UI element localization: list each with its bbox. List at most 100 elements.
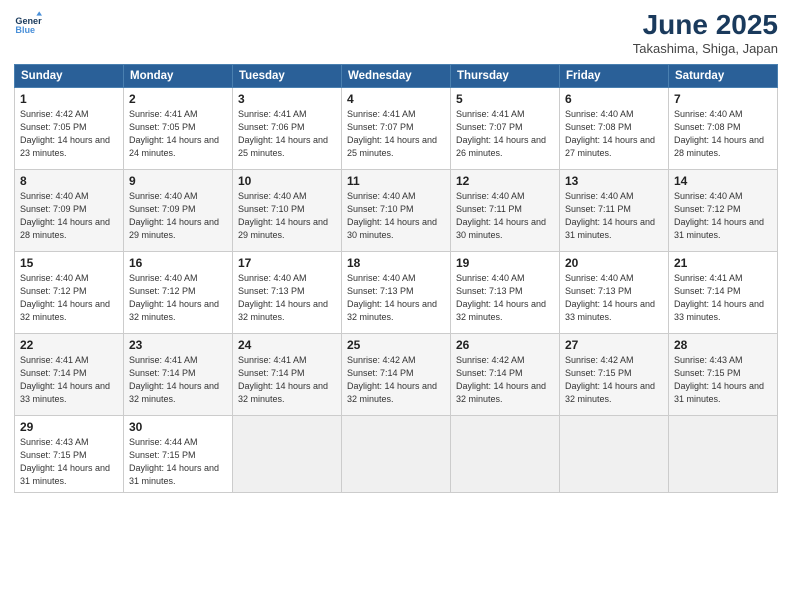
day-number: 8 [20,174,118,188]
day-info: Sunrise: 4:41 AMSunset: 7:06 PMDaylight:… [238,108,336,160]
day-number: 10 [238,174,336,188]
table-row [560,415,669,492]
table-row: 11 Sunrise: 4:40 AMSunset: 7:10 PMDaylig… [342,169,451,251]
day-header-sunday: Sunday [15,64,124,87]
day-number: 20 [565,256,663,270]
table-row: 18 Sunrise: 4:40 AMSunset: 7:13 PMDaylig… [342,251,451,333]
table-row: 1 Sunrise: 4:42 AMSunset: 7:05 PMDayligh… [15,87,124,169]
day-header-thursday: Thursday [451,64,560,87]
table-row [233,415,342,492]
table-row: 28 Sunrise: 4:43 AMSunset: 7:15 PMDaylig… [669,333,778,415]
table-row: 17 Sunrise: 4:40 AMSunset: 7:13 PMDaylig… [233,251,342,333]
day-info: Sunrise: 4:43 AMSunset: 7:15 PMDaylight:… [20,436,118,488]
calendar: SundayMondayTuesdayWednesdayThursdayFrid… [14,64,778,493]
day-info: Sunrise: 4:42 AMSunset: 7:14 PMDaylight:… [347,354,445,406]
day-info: Sunrise: 4:40 AMSunset: 7:12 PMDaylight:… [674,190,772,242]
day-info: Sunrise: 4:41 AMSunset: 7:05 PMDaylight:… [129,108,227,160]
day-number: 26 [456,338,554,352]
day-number: 28 [674,338,772,352]
table-row: 15 Sunrise: 4:40 AMSunset: 7:12 PMDaylig… [15,251,124,333]
day-info: Sunrise: 4:40 AMSunset: 7:10 PMDaylight:… [238,190,336,242]
day-info: Sunrise: 4:42 AMSunset: 7:05 PMDaylight:… [20,108,118,160]
table-row: 2 Sunrise: 4:41 AMSunset: 7:05 PMDayligh… [124,87,233,169]
day-number: 7 [674,92,772,106]
day-info: Sunrise: 4:40 AMSunset: 7:12 PMDaylight:… [20,272,118,324]
table-row [342,415,451,492]
day-number: 2 [129,92,227,106]
table-row: 30 Sunrise: 4:44 AMSunset: 7:15 PMDaylig… [124,415,233,492]
day-number: 18 [347,256,445,270]
day-number: 17 [238,256,336,270]
day-number: 27 [565,338,663,352]
day-header-tuesday: Tuesday [233,64,342,87]
day-info: Sunrise: 4:42 AMSunset: 7:15 PMDaylight:… [565,354,663,406]
table-row: 7 Sunrise: 4:40 AMSunset: 7:08 PMDayligh… [669,87,778,169]
day-number: 4 [347,92,445,106]
day-info: Sunrise: 4:42 AMSunset: 7:14 PMDaylight:… [456,354,554,406]
table-row: 27 Sunrise: 4:42 AMSunset: 7:15 PMDaylig… [560,333,669,415]
day-info: Sunrise: 4:40 AMSunset: 7:08 PMDaylight:… [565,108,663,160]
day-number: 21 [674,256,772,270]
table-row: 12 Sunrise: 4:40 AMSunset: 7:11 PMDaylig… [451,169,560,251]
day-number: 5 [456,92,554,106]
day-number: 25 [347,338,445,352]
table-row: 24 Sunrise: 4:41 AMSunset: 7:14 PMDaylig… [233,333,342,415]
day-info: Sunrise: 4:40 AMSunset: 7:13 PMDaylight:… [456,272,554,324]
table-row: 29 Sunrise: 4:43 AMSunset: 7:15 PMDaylig… [15,415,124,492]
table-row: 16 Sunrise: 4:40 AMSunset: 7:12 PMDaylig… [124,251,233,333]
table-row: 25 Sunrise: 4:42 AMSunset: 7:14 PMDaylig… [342,333,451,415]
table-row [451,415,560,492]
table-row: 19 Sunrise: 4:40 AMSunset: 7:13 PMDaylig… [451,251,560,333]
table-row [669,415,778,492]
day-number: 1 [20,92,118,106]
day-number: 24 [238,338,336,352]
day-number: 30 [129,420,227,434]
logo: General Blue [14,10,42,38]
day-number: 13 [565,174,663,188]
day-number: 19 [456,256,554,270]
day-number: 9 [129,174,227,188]
day-number: 22 [20,338,118,352]
day-info: Sunrise: 4:41 AMSunset: 7:07 PMDaylight:… [456,108,554,160]
table-row: 6 Sunrise: 4:40 AMSunset: 7:08 PMDayligh… [560,87,669,169]
day-number: 23 [129,338,227,352]
day-header-wednesday: Wednesday [342,64,451,87]
day-info: Sunrise: 4:40 AMSunset: 7:08 PMDaylight:… [674,108,772,160]
table-row: 3 Sunrise: 4:41 AMSunset: 7:06 PMDayligh… [233,87,342,169]
day-info: Sunrise: 4:40 AMSunset: 7:11 PMDaylight:… [565,190,663,242]
table-row: 10 Sunrise: 4:40 AMSunset: 7:10 PMDaylig… [233,169,342,251]
day-info: Sunrise: 4:41 AMSunset: 7:14 PMDaylight:… [674,272,772,324]
day-header-saturday: Saturday [669,64,778,87]
table-row: 13 Sunrise: 4:40 AMSunset: 7:11 PMDaylig… [560,169,669,251]
day-info: Sunrise: 4:40 AMSunset: 7:11 PMDaylight:… [456,190,554,242]
day-number: 16 [129,256,227,270]
day-number: 14 [674,174,772,188]
day-number: 29 [20,420,118,434]
day-number: 6 [565,92,663,106]
day-info: Sunrise: 4:40 AMSunset: 7:12 PMDaylight:… [129,272,227,324]
day-info: Sunrise: 4:41 AMSunset: 7:14 PMDaylight:… [238,354,336,406]
table-row: 8 Sunrise: 4:40 AMSunset: 7:09 PMDayligh… [15,169,124,251]
day-header-monday: Monday [124,64,233,87]
table-row: 21 Sunrise: 4:41 AMSunset: 7:14 PMDaylig… [669,251,778,333]
table-row: 5 Sunrise: 4:41 AMSunset: 7:07 PMDayligh… [451,87,560,169]
day-info: Sunrise: 4:40 AMSunset: 7:13 PMDaylight:… [238,272,336,324]
table-row: 14 Sunrise: 4:40 AMSunset: 7:12 PMDaylig… [669,169,778,251]
table-row: 23 Sunrise: 4:41 AMSunset: 7:14 PMDaylig… [124,333,233,415]
day-info: Sunrise: 4:40 AMSunset: 7:09 PMDaylight:… [20,190,118,242]
table-row: 22 Sunrise: 4:41 AMSunset: 7:14 PMDaylig… [15,333,124,415]
day-info: Sunrise: 4:41 AMSunset: 7:14 PMDaylight:… [129,354,227,406]
table-row: 20 Sunrise: 4:40 AMSunset: 7:13 PMDaylig… [560,251,669,333]
table-row: 26 Sunrise: 4:42 AMSunset: 7:14 PMDaylig… [451,333,560,415]
table-row: 4 Sunrise: 4:41 AMSunset: 7:07 PMDayligh… [342,87,451,169]
day-info: Sunrise: 4:40 AMSunset: 7:09 PMDaylight:… [129,190,227,242]
logo-icon: General Blue [14,10,42,38]
day-number: 11 [347,174,445,188]
day-info: Sunrise: 4:43 AMSunset: 7:15 PMDaylight:… [674,354,772,406]
day-header-friday: Friday [560,64,669,87]
day-info: Sunrise: 4:44 AMSunset: 7:15 PMDaylight:… [129,436,227,488]
day-info: Sunrise: 4:41 AMSunset: 7:07 PMDaylight:… [347,108,445,160]
day-info: Sunrise: 4:40 AMSunset: 7:10 PMDaylight:… [347,190,445,242]
day-number: 3 [238,92,336,106]
day-number: 12 [456,174,554,188]
